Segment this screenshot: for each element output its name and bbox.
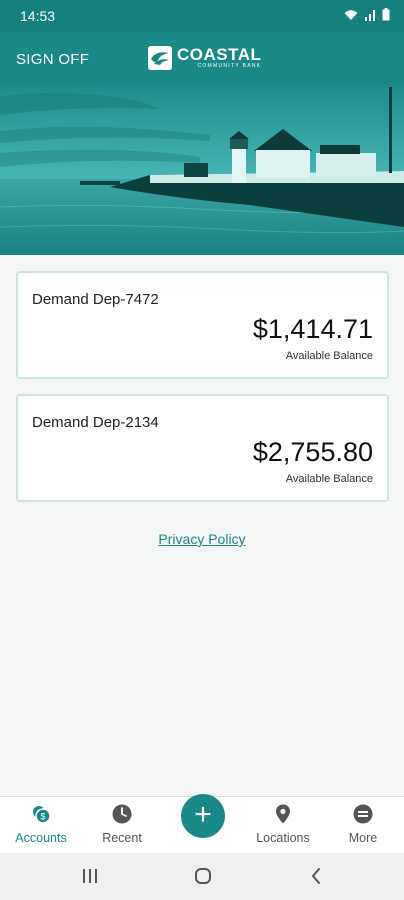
logo-name: COASTAL <box>177 45 262 64</box>
home-icon[interactable] <box>194 867 212 885</box>
nav-item-more[interactable]: More <box>323 797 403 854</box>
privacy-policy-link[interactable]: Privacy Policy <box>0 531 404 547</box>
more-icon <box>353 804 373 824</box>
account-balance: $1,414.71 <box>252 314 373 344</box>
signal-icon <box>365 9 375 21</box>
hero-lighthouse-image <box>0 87 404 255</box>
nav-item-accounts[interactable]: $ Accounts <box>1 797 81 854</box>
logo-mark-icon <box>148 46 172 70</box>
account-card[interactable]: Demand Dep-2134 $2,755.80 Available Bala… <box>16 394 389 502</box>
nav-label: More <box>348 831 378 845</box>
nav-item-recent[interactable]: Recent <box>82 797 162 854</box>
nav-label: Recent <box>102 831 142 845</box>
nav-label: Locations <box>256 831 310 845</box>
recent-apps-icon[interactable] <box>82 867 98 885</box>
balance-label: Available Balance <box>285 350 373 362</box>
status-icons <box>344 8 390 21</box>
location-pin-icon <box>276 804 290 824</box>
sign-off-button[interactable]: SIGN OFF <box>16 51 89 68</box>
app-header: SIGN OFF COASTAL COMMUNITY BANK <box>0 32 404 87</box>
battery-icon <box>382 8 390 21</box>
account-balance: $2,755.80 <box>252 437 373 467</box>
accounts-icon: $ <box>33 806 51 824</box>
account-card[interactable]: Demand Dep-7472 $1,414.71 Available Bala… <box>16 271 389 379</box>
add-button[interactable]: + <box>181 794 225 838</box>
svg-text:$: $ <box>40 812 45 822</box>
system-nav-bar <box>0 853 404 900</box>
nav-item-locations[interactable]: Locations <box>243 797 323 854</box>
nav-label: Accounts <box>15 831 67 845</box>
status-bar: 14:53 <box>0 0 404 32</box>
bank-logo: COASTAL COMMUNITY BANK <box>148 46 261 70</box>
back-icon[interactable] <box>310 867 322 885</box>
status-time: 14:53 <box>20 8 56 24</box>
balance-label: Available Balance <box>285 473 373 485</box>
clock-icon <box>112 804 132 824</box>
account-name: Demand Dep-2134 <box>32 414 159 431</box>
account-name: Demand Dep-7472 <box>32 291 159 308</box>
wifi-icon <box>344 9 358 20</box>
